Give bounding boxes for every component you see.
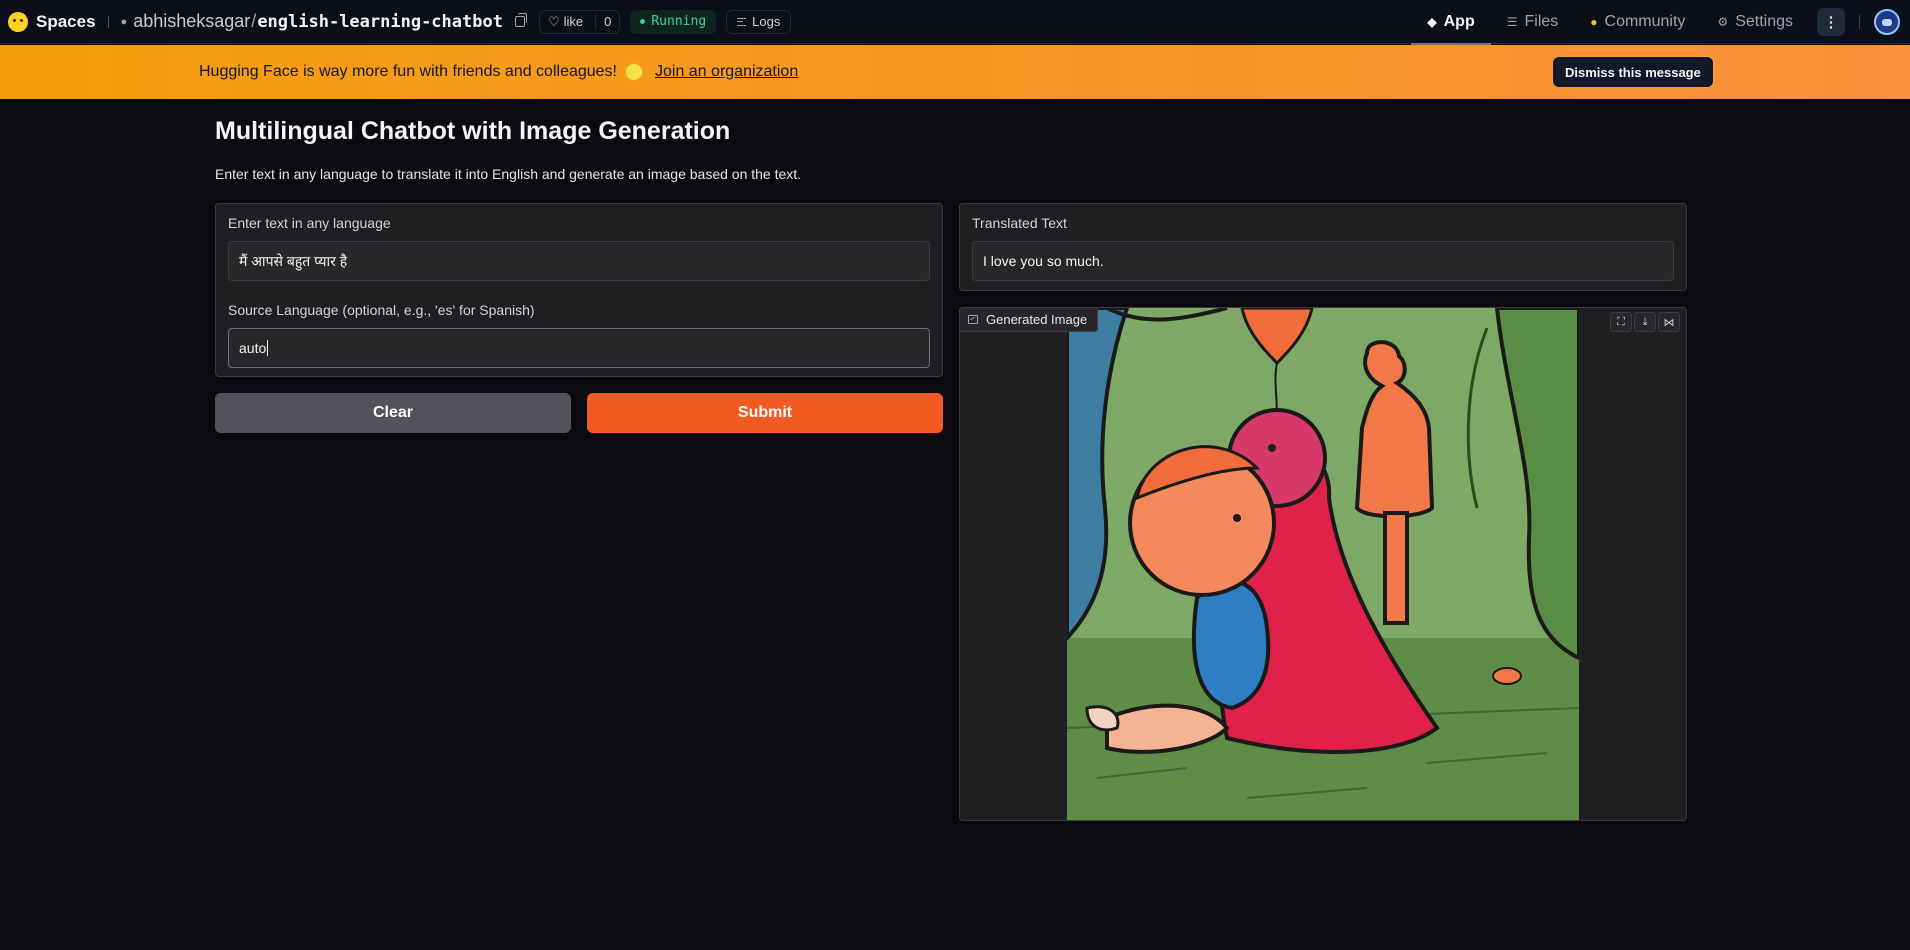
- tab-files[interactable]: ☰ Files: [1491, 0, 1575, 44]
- translated-text-panel: Translated Text I love you so much.: [959, 203, 1687, 291]
- space-name-link[interactable]: english-learning-chatbot: [257, 12, 503, 32]
- like-count: 0: [595, 14, 611, 29]
- source-language-field[interactable]: auto: [228, 328, 930, 368]
- organization-banner: Hugging Face is way more fun with friend…: [0, 45, 1910, 99]
- submit-button[interactable]: Submit: [587, 393, 943, 433]
- space-tabs: ◆ App ☰ Files ● Community ⚙ Settings ⋮: [1411, 0, 1910, 45]
- source-language-value: auto: [239, 340, 267, 356]
- breadcrumb-slash: /: [251, 11, 257, 31]
- generated-image-label-text: Generated Image: [986, 312, 1088, 327]
- copy-icon[interactable]: [514, 13, 527, 27]
- nav-divider: [107, 15, 109, 28]
- share-icon[interactable]: ⋈: [1658, 312, 1680, 332]
- image-toolbar: ⛶ ⤓ ⋈: [1608, 312, 1680, 332]
- files-icon: ☰: [1506, 15, 1518, 29]
- generated-illustration: [1065, 308, 1581, 820]
- spaces-label: Spaces: [36, 11, 96, 31]
- gear-icon: ⚙: [1717, 15, 1729, 29]
- input-text-label: Enter text in any language: [228, 215, 391, 231]
- tab-settings[interactable]: ⚙ Settings: [1701, 0, 1809, 44]
- generated-image-panel: Generated Image ⛶ ⤓ ⋈: [959, 307, 1687, 821]
- text-caret: [267, 340, 269, 356]
- clear-button[interactable]: Clear: [215, 393, 571, 433]
- translated-text-field[interactable]: I love you so much.: [972, 241, 1674, 281]
- page-title: Multilingual Chatbot with Image Generati…: [215, 117, 731, 145]
- translated-text-value: I love you so much.: [983, 253, 1104, 269]
- input-panel: Enter text in any language मैं आपसे बहुत…: [215, 203, 943, 377]
- dismiss-message-button[interactable]: Dismiss this message: [1553, 57, 1713, 87]
- hugging-face-logo-icon: [8, 11, 28, 32]
- logs-button[interactable]: Logs: [726, 9, 792, 34]
- community-icon: ●: [1590, 15, 1598, 29]
- tab-app[interactable]: ◆ App: [1411, 0, 1492, 45]
- input-text-value: मैं आपसे बहुत प्यार है: [239, 252, 348, 269]
- hugging-face-emoji-icon: [625, 63, 643, 81]
- generated-image[interactable]: [1065, 308, 1581, 820]
- source-language-label: Source Language (optional, e.g., 'es' fo…: [228, 302, 535, 318]
- heart-icon: ♡: [547, 13, 560, 29]
- user-avatar[interactable]: [1874, 9, 1900, 35]
- app-cube-icon: ◆: [1427, 15, 1437, 29]
- like-button[interactable]: ♡ like 0: [538, 9, 621, 34]
- top-navigation: Spaces ● abhisheksagar / english-learnin…: [0, 0, 1910, 45]
- owner-avatar-icon: ●: [120, 15, 128, 28]
- banner-text: Hugging Face is way more fun with friend…: [199, 63, 617, 80]
- space-breadcrumb: ● abhisheksagar / english-learning-chatb…: [121, 11, 503, 32]
- tab-app-label: App: [1443, 13, 1475, 30]
- tab-community-label: Community: [1604, 13, 1686, 30]
- owner-link[interactable]: abhisheksagar: [133, 11, 250, 32]
- tab-settings-label: Settings: [1735, 13, 1793, 30]
- status-label: Running: [651, 14, 707, 29]
- page-description: Enter text in any language to translate …: [215, 166, 802, 182]
- more-options-button[interactable]: ⋮: [1817, 8, 1845, 36]
- fullscreen-icon[interactable]: ⛶: [1610, 312, 1632, 332]
- tab-files-label: Files: [1524, 13, 1559, 30]
- logs-label: Logs: [752, 14, 781, 29]
- input-text-field[interactable]: मैं आपसे बहुत प्यार है: [228, 241, 930, 281]
- generated-image-label: Generated Image: [960, 308, 1099, 332]
- status-dot-icon: [640, 19, 646, 24]
- join-organization-link[interactable]: Join an organization: [655, 63, 798, 81]
- like-label: like: [563, 14, 584, 29]
- download-icon[interactable]: ⤓: [1634, 312, 1656, 332]
- translated-text-label: Translated Text: [972, 215, 1067, 231]
- image-icon: [968, 315, 978, 324]
- logs-icon: [737, 17, 747, 26]
- running-status-badge[interactable]: Running: [630, 9, 717, 34]
- nav-divider-right: [1859, 15, 1860, 29]
- tab-community[interactable]: ● Community: [1574, 0, 1701, 44]
- banner-message: Hugging Face is way more fun with friend…: [199, 63, 798, 81]
- spaces-home-link[interactable]: Spaces: [8, 11, 96, 32]
